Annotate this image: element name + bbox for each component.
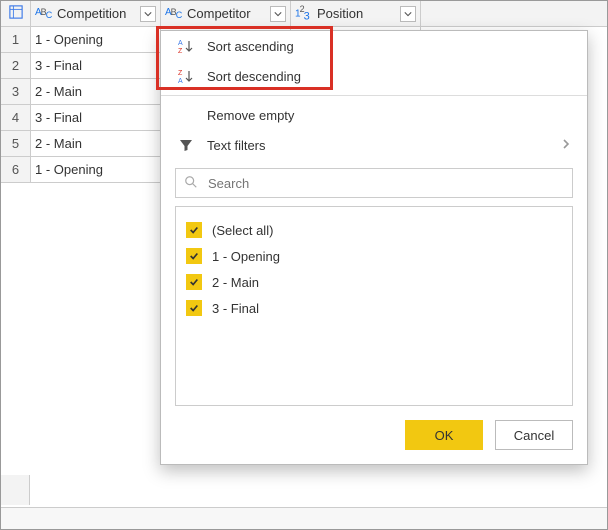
svg-text:Z: Z	[178, 70, 183, 77]
ok-button[interactable]: OK	[405, 420, 483, 450]
cancel-button[interactable]: Cancel	[495, 420, 573, 450]
sort-ascending-item[interactable]: AZ Sort ascending	[161, 31, 587, 61]
button-label: Cancel	[514, 428, 554, 443]
row-header[interactable]: 1	[1, 27, 31, 53]
row-header[interactable]: 4	[1, 105, 31, 131]
menu-label: Sort ascending	[207, 39, 294, 54]
type-text-icon: ABC	[35, 7, 53, 20]
cell-competition[interactable]: 2 - Main	[31, 131, 161, 157]
button-label: OK	[435, 428, 454, 443]
column-filter-button[interactable]	[140, 6, 156, 22]
sort-asc-icon: AZ	[177, 38, 195, 54]
sort-desc-icon: ZA	[177, 68, 195, 84]
svg-text:Z: Z	[178, 48, 183, 54]
cell-competition[interactable]: 3 - Final	[31, 105, 161, 131]
column-label: Competitor	[187, 6, 251, 21]
row-header[interactable]: 2	[1, 53, 31, 79]
row-header[interactable]: 3	[1, 79, 31, 105]
type-number-icon: 123	[295, 4, 313, 22]
table-icon	[9, 5, 23, 22]
row-header[interactable]: 6	[1, 157, 31, 183]
filter-value-item[interactable]: 3 - Final	[186, 295, 562, 321]
sort-descending-item[interactable]: ZA Sort descending	[161, 61, 587, 91]
status-bar	[1, 507, 607, 529]
filter-value-label: (Select all)	[212, 223, 273, 238]
column-header-competitor[interactable]: ABC Competitor	[161, 1, 291, 27]
checkbox-checked-icon	[186, 248, 202, 264]
filter-icon	[177, 138, 195, 152]
column-header-competition[interactable]: ABC Competition	[31, 1, 161, 27]
cell-competition[interactable]: 3 - Final	[31, 53, 161, 79]
filter-value-select-all[interactable]: (Select all)	[186, 217, 562, 243]
cell-competition[interactable]: 2 - Main	[31, 79, 161, 105]
svg-text:A: A	[178, 78, 183, 84]
filter-values-list: (Select all) 1 - Opening 2 - Main 3 - Fi…	[175, 206, 573, 406]
cell-competition[interactable]: 1 - Opening	[31, 27, 161, 53]
search-input[interactable]	[206, 175, 564, 192]
text-filters-item[interactable]: Text filters	[161, 130, 587, 160]
dialog-buttons: OK Cancel	[161, 406, 587, 450]
column-filter-button[interactable]	[400, 6, 416, 22]
type-text-icon: ABC	[165, 7, 183, 20]
column-header-position[interactable]: 123 Position	[291, 1, 421, 27]
filter-value-label: 3 - Final	[212, 301, 259, 316]
menu-label: Text filters	[207, 138, 266, 153]
checkbox-checked-icon	[186, 222, 202, 238]
filter-value-item[interactable]: 2 - Main	[186, 269, 562, 295]
filter-value-label: 2 - Main	[212, 275, 259, 290]
search-icon	[184, 175, 198, 192]
filter-search-box[interactable]	[175, 168, 573, 198]
menu-label: Remove empty	[207, 108, 294, 123]
select-all-corner[interactable]	[1, 1, 31, 27]
cell-competition[interactable]: 1 - Opening	[31, 157, 161, 183]
remove-empty-item[interactable]: Remove empty	[161, 100, 587, 130]
column-label: Position	[317, 6, 363, 21]
chevron-right-icon	[561, 138, 571, 153]
column-filter-menu: AZ Sort ascending ZA Sort descending Rem…	[160, 30, 588, 465]
menu-separator	[161, 95, 587, 96]
menu-label: Sort descending	[207, 69, 301, 84]
checkbox-checked-icon	[186, 300, 202, 316]
checkbox-checked-icon	[186, 274, 202, 290]
column-label: Competition	[57, 6, 126, 21]
svg-text:A: A	[178, 40, 183, 47]
filter-value-label: 1 - Opening	[212, 249, 280, 264]
column-filter-button[interactable]	[270, 6, 286, 22]
row-header[interactable]: 5	[1, 131, 31, 157]
filter-value-item[interactable]: 1 - Opening	[186, 243, 562, 269]
